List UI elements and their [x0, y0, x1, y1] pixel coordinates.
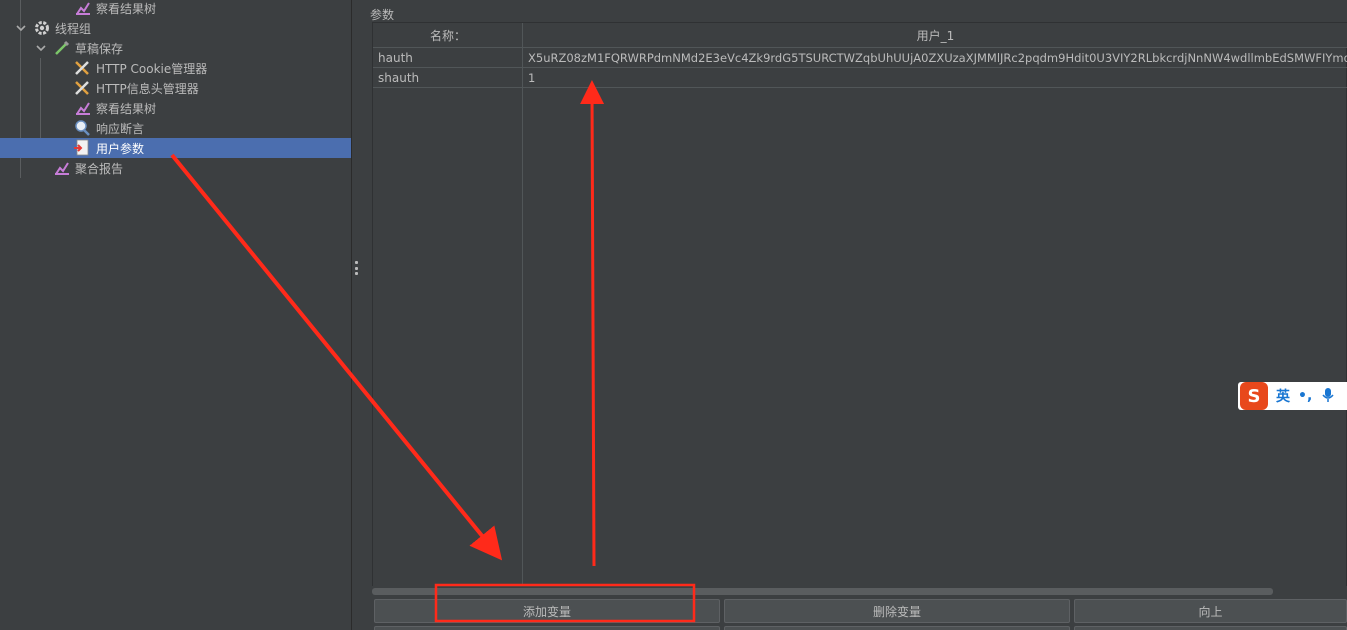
tree-item-label: HTTP信息头管理器: [96, 81, 199, 96]
user-params-icon: [73, 139, 91, 157]
params-section-title: 参数: [370, 8, 395, 22]
results-tree-icon: [74, 0, 92, 17]
chevron-down-icon[interactable]: [35, 42, 47, 54]
magnifier-icon: [73, 119, 91, 137]
results-tree-icon: [74, 99, 92, 117]
tree-item-label: 聚合报告: [75, 161, 124, 176]
ime-toolbar[interactable]: S 英 •,: [1238, 382, 1347, 410]
tree-item-results-tree[interactable]: 察看结果树: [0, 98, 351, 118]
pipette-icon: [53, 39, 71, 57]
tree-item-label: 察看结果树: [96, 101, 157, 116]
split-pane-divider[interactable]: [351, 0, 361, 630]
table-header: 名称： 用户_1: [373, 23, 1347, 48]
tree-item-thread-group[interactable]: 线程组: [0, 18, 351, 38]
scrollbar-thumb[interactable]: [372, 588, 1273, 595]
ime-punctuation-toggle[interactable]: •,: [1298, 388, 1312, 404]
tree-item-label: 察看结果树: [96, 1, 157, 16]
table-row[interactable]: hauth X5uRZ08zM1FQRWRPdmNMd2E3eVc4Zk9rdG…: [373, 48, 1347, 68]
column-divider: [522, 23, 523, 595]
param-value-cell[interactable]: 1: [528, 71, 1347, 85]
tree-item-label: 草稿保存: [75, 41, 124, 56]
tree-item-response-assertion[interactable]: 响应断言: [0, 118, 351, 138]
params-table[interactable]: 名称： 用户_1 hauth X5uRZ08zM1FQRWRPdmNMd2E3e…: [372, 22, 1347, 595]
wrench-icon: [73, 79, 91, 97]
partial-button-row[interactable]: [374, 626, 720, 630]
sogou-logo-icon[interactable]: S: [1240, 382, 1268, 410]
test-plan-tree: 察看结果树 线程组 草稿保存 HTTP Cookie管理器 HTTP信息头管理器: [0, 0, 351, 630]
param-name-cell[interactable]: shauth: [378, 71, 419, 85]
column-header-name[interactable]: 名称：: [373, 23, 523, 48]
tree-item-label: HTTP Cookie管理器: [96, 61, 208, 76]
add-variable-button[interactable]: 添加变量: [374, 599, 720, 623]
tree-item-cookie-manager[interactable]: HTTP Cookie管理器: [0, 58, 351, 78]
tree-item-user-params[interactable]: 用户参数: [0, 138, 351, 158]
chevron-down-icon[interactable]: [15, 22, 27, 34]
move-up-button[interactable]: 向上: [1074, 599, 1347, 623]
param-name-cell[interactable]: hauth: [378, 51, 413, 65]
table-row[interactable]: shauth 1: [373, 68, 1347, 88]
tree-item-header-manager[interactable]: HTTP信息头管理器: [0, 78, 351, 98]
tree-item-aggregate-report[interactable]: 聚合报告: [0, 158, 351, 178]
tree-item-label: 线程组: [55, 21, 92, 36]
tree-item-label: 响应断言: [96, 121, 145, 136]
partial-button-row[interactable]: [724, 626, 1070, 630]
wrench-icon: [73, 59, 91, 77]
gear-icon: [33, 19, 51, 37]
user-params-panel: 参数 名称： 用户_1 hauth X5uRZ08zM1FQRWRPdmNMd2…: [361, 0, 1347, 630]
ime-mode-toggle[interactable]: 英: [1276, 386, 1290, 406]
tree-item-results-tree-top[interactable]: 察看结果树: [0, 0, 351, 18]
delete-variable-button[interactable]: 删除变量: [724, 599, 1070, 623]
column-header-user-1[interactable]: 用户_1: [523, 23, 1347, 48]
drag-handle-icon[interactable]: [355, 261, 358, 275]
microphone-icon[interactable]: [1322, 387, 1334, 406]
tree-item-label: 用户参数: [96, 141, 145, 156]
horizontal-scrollbar[interactable]: [372, 586, 1347, 596]
results-tree-icon: [53, 159, 71, 177]
tree-item-draft-save[interactable]: 草稿保存: [0, 38, 351, 58]
partial-button-row[interactable]: [1074, 626, 1347, 630]
param-value-cell[interactable]: X5uRZ08zM1FQRWRPdmNMd2E3eVc4Zk9rdG5TSURC…: [528, 51, 1347, 65]
